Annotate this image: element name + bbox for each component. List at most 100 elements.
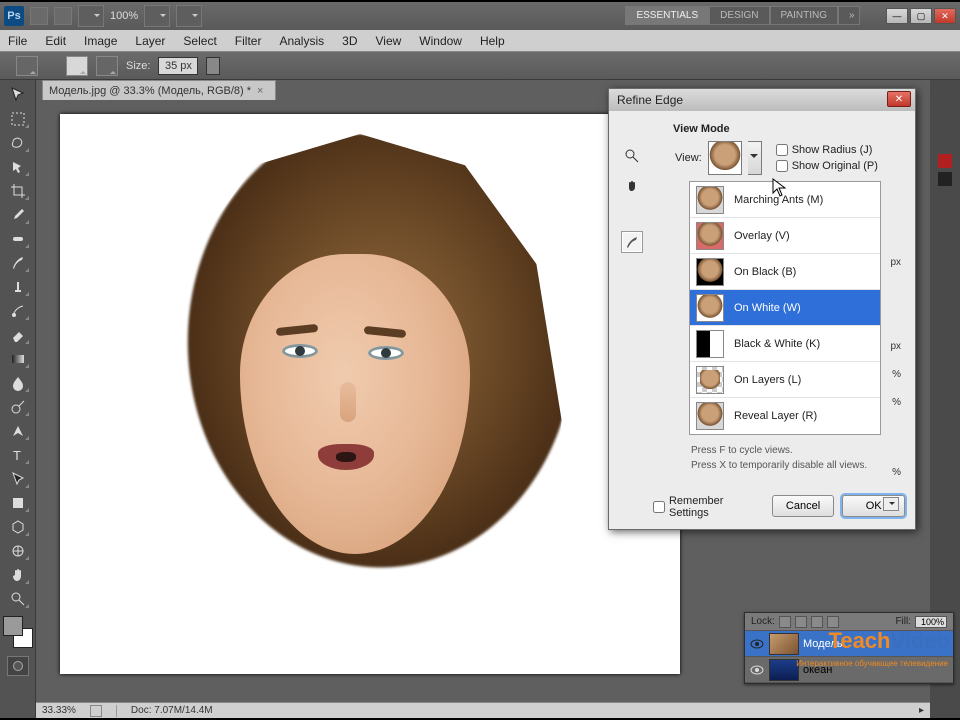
arrange-docs-dropdown[interactable]: [78, 5, 104, 27]
zoom-tool-icon[interactable]: [621, 145, 643, 167]
lock-transparent-icon[interactable]: [779, 616, 791, 628]
view-mode-dropdown-button[interactable]: [748, 141, 762, 175]
layers-fill-input[interactable]: [915, 616, 947, 628]
dodge-tool-icon[interactable]: [5, 396, 31, 418]
erase-refinements-tool-icon[interactable]: [96, 56, 118, 76]
layer-visibility-icon[interactable]: [749, 636, 765, 652]
menu-file[interactable]: File: [8, 34, 27, 48]
view-mode-thumbnail[interactable]: [708, 141, 742, 175]
layers-lock-label: Lock:: [751, 616, 775, 627]
brush-tool-icon[interactable]: [5, 252, 31, 274]
quick-mask-button[interactable]: [7, 656, 29, 676]
workspace-design[interactable]: DESIGN: [709, 6, 769, 25]
zoom-level-label[interactable]: 100%: [110, 10, 138, 22]
dialog-close-button[interactable]: ✕: [887, 91, 911, 107]
view-mode-item-black-white[interactable]: Black & White (K): [690, 326, 880, 362]
canvas[interactable]: [60, 114, 680, 674]
menu-select[interactable]: Select: [183, 34, 216, 48]
workspace-painting[interactable]: PAINTING: [770, 6, 838, 25]
app-logo-icon: Ps: [4, 6, 24, 26]
window-minimize-button[interactable]: —: [886, 8, 908, 24]
pen-tool-icon[interactable]: [5, 420, 31, 442]
view-mode-item-reveal-layer[interactable]: Reveal Layer (R): [690, 398, 880, 434]
zoom-tool-icon[interactable]: [5, 588, 31, 610]
options-bar: Size:: [0, 52, 960, 80]
document-tab[interactable]: Модель.jpg @ 33.3% (Модель, RGB/8) * ×: [42, 80, 276, 100]
layer-visibility-icon[interactable]: [749, 662, 765, 678]
view-mode-item-marching-ants[interactable]: Marching Ants (M): [690, 182, 880, 218]
layer-thumbnail: [769, 659, 799, 681]
status-doc-info[interactable]: Doc: 7.07M/14.4M: [131, 705, 213, 716]
eyedropper-tool-icon[interactable]: [5, 204, 31, 226]
menu-filter[interactable]: Filter: [235, 34, 262, 48]
window-close-button[interactable]: ✕: [934, 8, 956, 24]
unit-pct: %: [892, 467, 901, 478]
workspace-essentials[interactable]: ESSENTIALS: [625, 6, 709, 25]
healing-brush-tool-icon[interactable]: [5, 228, 31, 250]
crop-tool-icon[interactable]: [5, 180, 31, 202]
hand-tool-icon[interactable]: [621, 175, 643, 197]
hand-tool-icon[interactable]: [5, 564, 31, 586]
menu-image[interactable]: Image: [84, 34, 117, 48]
foreground-background-colors[interactable]: [3, 616, 33, 648]
quick-select-tool-icon[interactable]: [5, 156, 31, 178]
stamp-tool-icon[interactable]: [5, 276, 31, 298]
screen-mode-dropdown[interactable]: [144, 5, 170, 27]
status-zoom[interactable]: 33.33%: [42, 705, 76, 716]
color-swatch-panel: [936, 150, 954, 200]
move-tool-icon[interactable]: [5, 84, 31, 106]
gradient-tool-icon[interactable]: [5, 348, 31, 370]
brush-size-input[interactable]: [158, 57, 198, 75]
dialog-titlebar[interactable]: Refine Edge ✕: [609, 89, 915, 111]
menu-edit[interactable]: Edit: [45, 34, 66, 48]
menu-layer[interactable]: Layer: [135, 34, 165, 48]
remember-settings-checkbox[interactable]: Remember Settings: [653, 495, 764, 519]
view-mode-item-on-white[interactable]: On White (W): [690, 290, 880, 326]
menu-view[interactable]: View: [375, 34, 401, 48]
document-tab-close-icon[interactable]: ×: [257, 85, 269, 97]
lock-pixels-icon[interactable]: [795, 616, 807, 628]
show-radius-checkbox[interactable]: Show Radius (J): [776, 144, 878, 156]
eraser-tool-icon[interactable]: [5, 324, 31, 346]
menu-window[interactable]: Window: [419, 34, 462, 48]
3d-camera-tool-icon[interactable]: [5, 540, 31, 562]
window-maximize-button[interactable]: ▢: [910, 8, 932, 24]
tool-preset-picker[interactable]: [16, 56, 38, 76]
path-select-tool-icon[interactable]: [5, 468, 31, 490]
view-mode-item-overlay[interactable]: Overlay (V): [690, 218, 880, 254]
workspace-more-icon[interactable]: »: [838, 6, 860, 25]
menu-bar: File Edit Image Layer Select Filter Anal…: [0, 30, 960, 52]
status-zoom-stepper[interactable]: [90, 705, 102, 717]
unit-pct: %: [892, 397, 901, 408]
unit-pct: %: [892, 369, 901, 380]
menu-3d[interactable]: 3D: [342, 34, 357, 48]
watermark: TeachVideo: [829, 628, 950, 654]
refine-edge-dialog: Refine Edge ✕ View Mode View: Show Radiu…: [608, 88, 916, 530]
refine-radius-tool-icon[interactable]: [621, 231, 643, 253]
unit-px: px: [890, 257, 901, 268]
view-mode-item-on-black[interactable]: On Black (B): [690, 254, 880, 290]
blur-tool-icon[interactable]: [5, 372, 31, 394]
extras-dropdown[interactable]: [176, 5, 202, 27]
output-to-dropdown[interactable]: [883, 497, 899, 511]
brush-size-stepper[interactable]: [206, 57, 220, 75]
refine-radius-tool-icon[interactable]: [66, 56, 88, 76]
show-original-checkbox[interactable]: Show Original (P): [776, 160, 878, 172]
unit-px: px: [890, 341, 901, 352]
shape-tool-icon[interactable]: [5, 492, 31, 514]
lock-position-icon[interactable]: [811, 616, 823, 628]
type-tool-icon[interactable]: T: [5, 444, 31, 466]
launch-bridge-icon[interactable]: [30, 7, 48, 25]
document-tab-title: Модель.jpg @ 33.3% (Модель, RGB/8) *: [49, 85, 251, 97]
history-brush-tool-icon[interactable]: [5, 300, 31, 322]
menu-analysis[interactable]: Analysis: [279, 34, 324, 48]
3d-tool-icon[interactable]: [5, 516, 31, 538]
layer-thumbnail: [769, 633, 799, 655]
mini-bridge-icon[interactable]: [54, 7, 72, 25]
menu-help[interactable]: Help: [480, 34, 505, 48]
lock-all-icon[interactable]: [827, 616, 839, 628]
lasso-tool-icon[interactable]: [5, 132, 31, 154]
cancel-button[interactable]: Cancel: [772, 495, 835, 517]
marquee-tool-icon[interactable]: [5, 108, 31, 130]
view-mode-item-on-layers[interactable]: On Layers (L): [690, 362, 880, 398]
